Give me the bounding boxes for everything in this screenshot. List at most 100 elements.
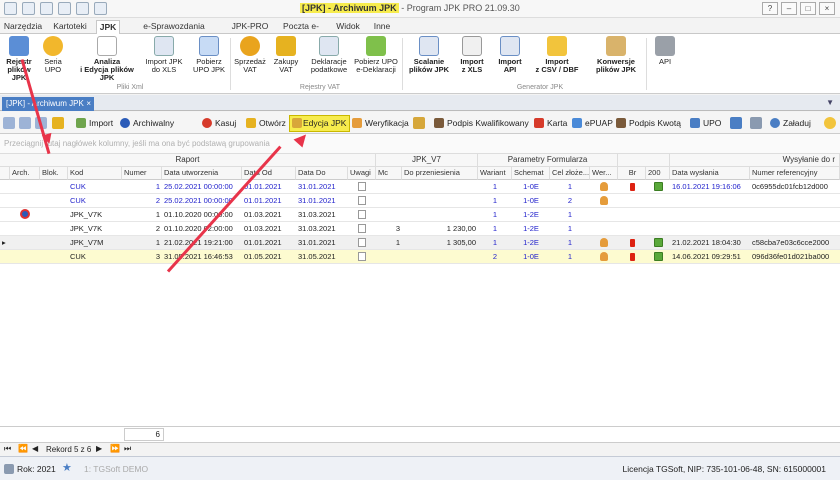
table-row[interactable]: CUK 2 25.02.2021 00:00:00 01.01.2021 31.01.2… [0, 194, 840, 208]
lightbulb-icon[interactable] [824, 117, 836, 129]
zakupy-vat-button[interactable]: Zakupy VAT [270, 36, 302, 74]
doc-tab-archiwum[interactable]: [JPK] - Archiwum JPK × [2, 97, 94, 111]
upo-button[interactable]: UPO [690, 116, 721, 131]
konwersje-button[interactable]: Konwersje plików JPK [590, 36, 642, 74]
pobierz-upo-deklaracji-button[interactable]: Pobierz UPO e-Deklaracji [354, 36, 398, 74]
pobierz-upo-button[interactable]: Pobierz UPO JPK [192, 36, 226, 74]
quick-access-icon[interactable] [58, 2, 71, 15]
cell-wer [590, 250, 618, 264]
epuap-button[interactable]: ePUAP [572, 116, 613, 131]
col-numer-referencyjny[interactable]: Numer referencyjny [750, 167, 840, 180]
col-weryfikacja[interactable]: Wer... [590, 167, 618, 180]
rejestr-button[interactable]: Rejestr plików JPK [2, 36, 36, 82]
tab-poczta[interactable]: Poczta e-Mail [276, 20, 326, 44]
podpis-kwota-button[interactable]: Podpis Kwotą [616, 116, 681, 131]
table-row[interactable]: CUK 1 25.02.2021 00:00:00 01.01.2021 31.01.2… [0, 180, 840, 194]
note-icon[interactable] [358, 210, 366, 219]
settings-icon[interactable] [750, 117, 762, 129]
quick-access-icon[interactable] [76, 2, 89, 15]
tab-kartoteki[interactable]: Kartoteki [50, 20, 90, 34]
note-icon[interactable] [358, 252, 366, 261]
help-button[interactable]: ? [762, 2, 778, 15]
tab-inne[interactable]: Inne [370, 20, 394, 34]
deklaracje-button[interactable]: Deklaracje podatkowe [308, 36, 350, 74]
star-icon[interactable]: ★ [62, 463, 74, 475]
kasuj-button[interactable]: Kasuj [202, 116, 236, 131]
dropdown-arrow-icon[interactable]: ▼ [826, 98, 834, 107]
edycja-jpk-button[interactable]: Edycja JPK [288, 115, 351, 132]
col-blok[interactable]: Blok. [40, 167, 68, 180]
cell-do: 31.05.2021 [298, 252, 336, 261]
cell-arch [10, 222, 40, 236]
otworz-button[interactable]: Otwórz [246, 116, 286, 131]
analiza-button[interactable]: Analiza i Edycja plików JPK [74, 36, 140, 82]
sprzedaz-vat-button[interactable]: Sprzedaż VAT [234, 36, 266, 74]
table-row[interactable]: JPK_V7K 2 01.10.2020 02:00:00 01.03.2021 31.… [0, 222, 840, 236]
note-icon[interactable] [358, 182, 366, 191]
tab-jpk[interactable]: JPK [96, 20, 120, 34]
note-icon[interactable] [358, 224, 366, 233]
col-data-utworzenia[interactable]: Data utworzenia [162, 167, 242, 180]
karta-button[interactable]: Karta [534, 116, 567, 131]
lock-icon[interactable] [413, 117, 425, 129]
tab-e-sprawozdania[interactable]: e-Sprawozdania Finansowe [126, 20, 222, 44]
close-tab-icon[interactable]: × [86, 97, 91, 110]
tab-jpk-pro[interactable]: JPK-PRO [230, 20, 270, 34]
col-numer[interactable]: Numer [122, 167, 162, 180]
cell-do: 31.01.2021 [298, 238, 336, 247]
col-schemat[interactable]: Schemat [512, 167, 550, 180]
quick-access-icon[interactable] [94, 2, 107, 15]
table-row[interactable]: ▸ JPK_V7M 1 21.02.2021 19:21:00 01.01.2021 31… [0, 236, 840, 250]
col-wariant[interactable]: Wariant [478, 167, 512, 180]
table-row[interactable]: JPK_V7K 1 01.10.2020 00:00:00 01.03.2021 31.… [0, 208, 840, 222]
tab-narzedzia[interactable]: Narzędzia [2, 20, 44, 34]
maximize-button[interactable]: □ [800, 2, 816, 15]
last-record-icon[interactable]: ⏭ [124, 444, 131, 454]
next-page-icon[interactable]: ⏩ [110, 444, 120, 453]
lightning-icon[interactable] [52, 117, 64, 129]
col-cel-zlozenia[interactable]: Cel złoże... [550, 167, 590, 180]
col-200[interactable]: 200 [646, 167, 670, 180]
close-button[interactable]: × [819, 2, 835, 15]
prev-page-icon[interactable]: ⏪ [18, 444, 28, 453]
api-button[interactable]: API [652, 36, 678, 66]
podpis-kwalifikowany-button[interactable]: Podpis Kwalifikowany [434, 116, 529, 131]
col-do-przeniesienia[interactable]: Do przeniesienia [402, 167, 478, 180]
col-arch[interactable]: Arch. [10, 167, 40, 180]
register-icon [9, 36, 29, 56]
col-uwagi[interactable]: Uwagi [348, 167, 376, 180]
next-record-icon[interactable]: ▶ [96, 444, 102, 453]
seria-upo-button[interactable]: Seria UPO [38, 36, 68, 74]
note-icon[interactable] [358, 238, 366, 247]
col-br[interactable]: Br [618, 167, 646, 180]
tab-widok[interactable]: Widok [334, 20, 362, 34]
app-icon[interactable] [4, 2, 17, 15]
quick-access-icon[interactable] [40, 2, 53, 15]
group-by-panel[interactable]: Przeciągnij tutaj nagłówek kolumny, jeśl… [0, 134, 840, 154]
import-xls-button[interactable]: Import z XLS [456, 36, 488, 74]
archiwalny-button[interactable]: Archiwalny [120, 116, 174, 131]
quick-access-icon[interactable] [22, 2, 35, 15]
search-icon[interactable] [19, 117, 31, 129]
col-kod[interactable]: Kod [68, 167, 122, 180]
table-row[interactable]: CUK 3 31.05.2021 16:46:53 01.05.2021 31.05.2… [0, 250, 840, 264]
weryfikacja-button[interactable]: Weryfikacja [352, 116, 409, 131]
import-api-button[interactable]: Import API [494, 36, 526, 74]
first-record-icon[interactable]: ⏮ [4, 444, 11, 454]
cell-arch [10, 250, 40, 264]
search-icon[interactable] [3, 117, 15, 129]
export-icon[interactable] [730, 117, 742, 129]
import-jpk-xls-button[interactable]: Import JPK do XLS [144, 36, 184, 74]
col-mc[interactable]: Mc [376, 167, 402, 180]
zaladuj-button[interactable]: Załaduj [770, 116, 811, 131]
col-data-wyslania[interactable]: Data wysłania [670, 167, 750, 180]
cell-arch [10, 236, 40, 250]
import-csv-button[interactable]: Import z CSV / DBF [532, 36, 582, 74]
minimize-button[interactable]: – [781, 2, 797, 15]
cell-br [618, 250, 646, 264]
scalanie-button[interactable]: Scalanie plików JPK [408, 36, 450, 74]
prev-record-icon[interactable]: ◀ [32, 444, 38, 453]
note-icon[interactable] [358, 196, 366, 205]
col-data-do[interactable]: Data Do [296, 167, 348, 180]
import-button[interactable]: Import [76, 116, 113, 131]
